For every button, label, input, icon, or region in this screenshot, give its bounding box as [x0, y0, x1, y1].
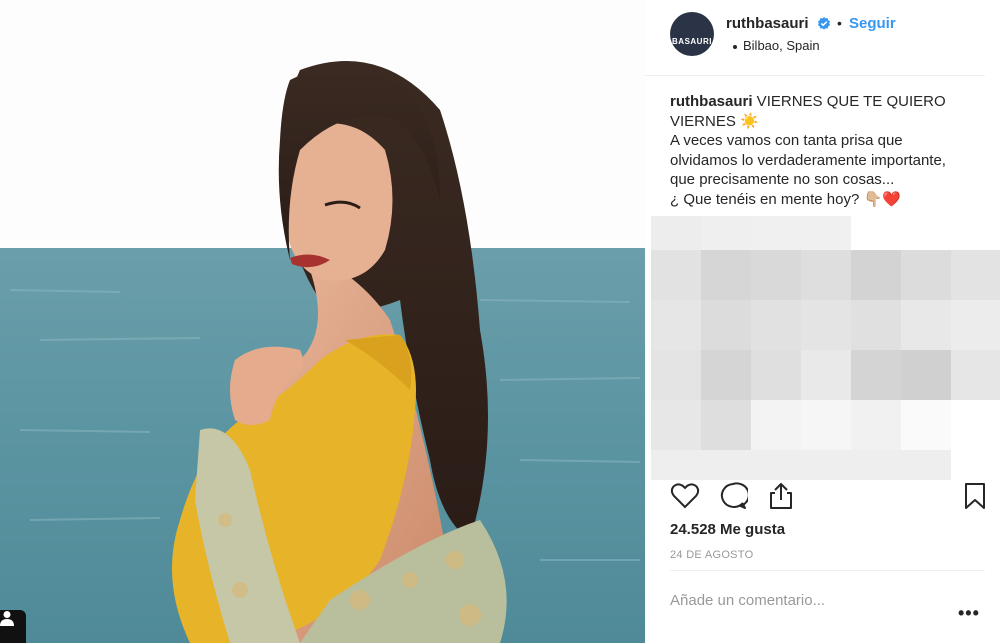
- heart-icon[interactable]: [670, 481, 700, 511]
- avatar[interactable]: BASAURI: [670, 12, 714, 56]
- post-details-panel: BASAURI ruthbasauri • Seguir Bilbao, Spa…: [645, 0, 1000, 643]
- post-header: BASAURI ruthbasauri • Seguir Bilbao, Spa…: [645, 0, 985, 76]
- avatar-label: BASAURI: [672, 37, 712, 46]
- photo-image: [0, 0, 645, 643]
- post-actions: [670, 481, 990, 515]
- verified-badge-icon: [818, 17, 830, 30]
- post-date[interactable]: 24 DE AGOSTO: [670, 549, 753, 561]
- location-dot: [733, 45, 737, 49]
- separator-dot: •: [837, 15, 842, 31]
- post-photo[interactable]: [0, 0, 645, 643]
- follow-button[interactable]: Seguir: [849, 15, 896, 32]
- share-icon[interactable]: [766, 481, 796, 511]
- blurred-comments: [651, 216, 1000, 480]
- bookmark-icon[interactable]: [960, 481, 990, 511]
- comment-divider: [670, 570, 985, 571]
- comment-input[interactable]: [670, 589, 940, 611]
- comment-bubble-icon[interactable]: [718, 481, 748, 511]
- caption-username[interactable]: ruthbasauri: [670, 93, 753, 110]
- username-link[interactable]: ruthbasauri: [726, 15, 809, 32]
- location-link[interactable]: Bilbao, Spain: [743, 38, 820, 53]
- likes-count[interactable]: 24.528 Me gusta: [670, 521, 785, 538]
- post-caption: ruthbasauri VIERNES QUE TE QUIERO VIERNE…: [670, 92, 970, 209]
- user-tag-icon[interactable]: [0, 610, 26, 643]
- caption-text: VIERNES QUE TE QUIERO VIERNES ☀️ A veces…: [670, 93, 946, 208]
- more-options-button[interactable]: •••: [958, 604, 980, 622]
